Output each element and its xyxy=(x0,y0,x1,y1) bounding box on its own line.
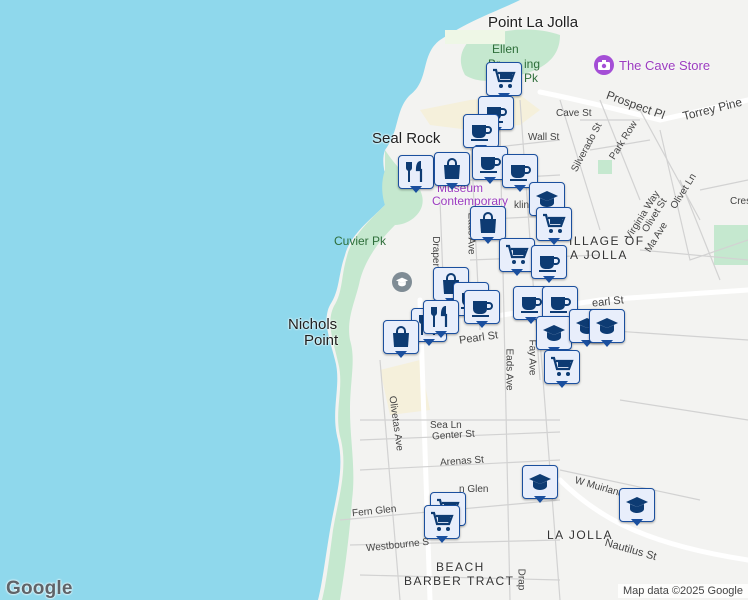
marker-shopping-cart[interactable] xyxy=(486,62,522,100)
school-poi-icon[interactable] xyxy=(392,272,412,292)
cafe-icon xyxy=(464,290,500,324)
school-icon xyxy=(536,316,572,350)
marker-store[interactable] xyxy=(434,152,470,190)
marker-pointer xyxy=(482,237,494,244)
school-icon xyxy=(522,465,558,499)
shopping-icon xyxy=(536,207,572,241)
marker-school[interactable] xyxy=(536,316,572,354)
marker-cafe[interactable] xyxy=(531,245,567,283)
park-label-cuvier: Cuvier Pk xyxy=(334,234,387,248)
district-label-village-2: A JOLLA xyxy=(570,248,628,262)
marker-pointer xyxy=(395,351,407,358)
marker-pointer xyxy=(484,177,496,184)
park-label-scripps-pk: Pk xyxy=(524,71,539,85)
shopping-icon xyxy=(499,238,535,272)
street-label-prospect-klin: klin xyxy=(514,200,530,211)
shopping-icon xyxy=(486,62,522,96)
street-label-draper: Draper xyxy=(429,236,441,267)
park-label-ellen: Ellen xyxy=(492,42,519,56)
marker-shopping-cart[interactable] xyxy=(499,238,535,276)
school-icon xyxy=(589,309,625,343)
place-label-seal-rock: Seal Rock xyxy=(372,130,441,147)
store-icon xyxy=(470,206,506,240)
district-label-la-jolla: LA JOLLA xyxy=(547,528,614,542)
camera-icon[interactable] xyxy=(594,55,614,75)
marker-school[interactable] xyxy=(522,465,558,503)
street-label-cresta: Cres xyxy=(730,196,748,207)
marker-school[interactable] xyxy=(589,309,625,347)
restaurant-icon xyxy=(398,155,434,189)
marker-pointer xyxy=(435,331,447,338)
marker-store[interactable] xyxy=(383,320,419,358)
park-label-browning-2: ing xyxy=(524,57,541,71)
marker-restaurant[interactable] xyxy=(423,300,459,338)
marker-pointer xyxy=(511,269,523,276)
marker-school[interactable] xyxy=(619,488,655,526)
place-label-nicholson-point: Nichols xyxy=(288,316,338,333)
marker-pointer xyxy=(446,183,458,190)
marker-pointer xyxy=(423,339,435,346)
street-label-wall-st: Wall St xyxy=(528,132,560,143)
marker-pointer xyxy=(410,186,422,193)
street-label-cave-st: Cave St xyxy=(556,108,592,119)
marker-restaurant[interactable] xyxy=(398,155,434,193)
marker-pointer xyxy=(534,496,546,503)
map-canvas[interactable]: Point La Jolla Seal Rock Nichols Point E… xyxy=(0,0,748,600)
marker-shopping-cart[interactable] xyxy=(424,505,460,543)
store-icon xyxy=(434,152,470,186)
marker-pointer xyxy=(631,519,643,526)
poi-label-cave-store[interactable]: The Cave Store xyxy=(619,58,710,73)
marker-pointer xyxy=(548,238,560,245)
marker-shopping-cart[interactable] xyxy=(536,207,572,245)
shopping-icon xyxy=(424,505,460,539)
marker-pointer xyxy=(543,276,555,283)
map-attribution[interactable]: Map data ©2025 Google xyxy=(617,584,748,598)
place-label-point-la-jolla: Point La Jolla xyxy=(488,14,579,31)
marker-cafe[interactable] xyxy=(464,290,500,328)
school-icon xyxy=(619,488,655,522)
store-icon xyxy=(383,320,419,354)
cafe-icon xyxy=(463,114,499,148)
district-label-barber-tract: BARBER TRACT xyxy=(404,574,515,588)
cafe-icon xyxy=(531,245,567,279)
district-label-beach: BEACH xyxy=(436,560,485,574)
marker-pointer xyxy=(556,381,568,388)
google-logo: Google xyxy=(6,578,73,599)
marker-pointer xyxy=(601,340,613,347)
shopping-icon xyxy=(544,350,580,384)
street-label-draper-2: Drap xyxy=(515,568,527,591)
restaurant-icon xyxy=(423,300,459,334)
marker-pointer xyxy=(476,321,488,328)
marker-shopping-cart[interactable] xyxy=(544,350,580,388)
marker-pointer xyxy=(436,536,448,543)
place-label-nicholson-point-2: Point xyxy=(304,332,339,349)
street-label-eads-ave-2: Eads Ave xyxy=(503,348,515,391)
marker-pointer xyxy=(514,185,526,192)
